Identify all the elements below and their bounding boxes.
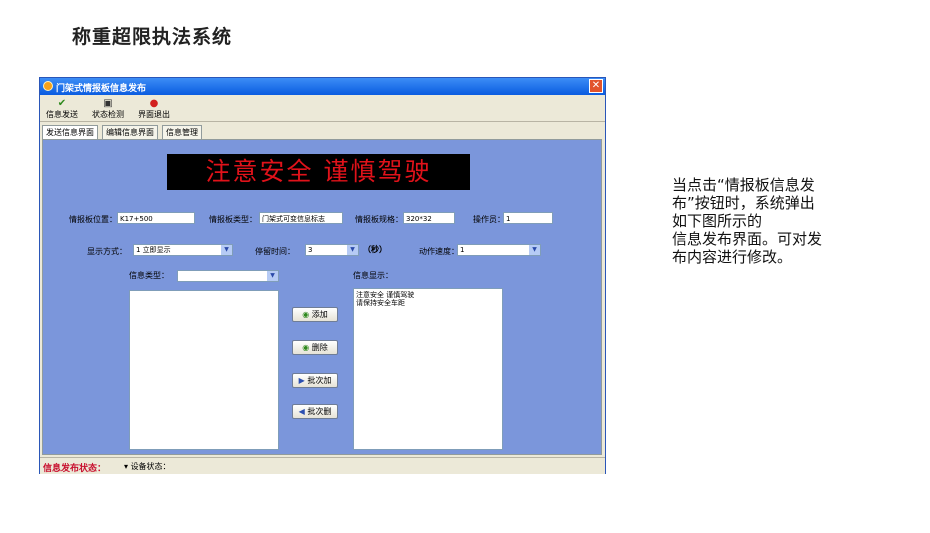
device-status: ▾ 设备状态： (124, 462, 171, 471)
exit-label: 界面退出 (138, 110, 170, 119)
chevron-down-icon[interactable]: ▼ (529, 245, 540, 255)
status-check-label: 状态检测 (92, 110, 124, 119)
device-status-label: 设备状态： (130, 462, 171, 471)
status-bar: 信息发布状态： ▾ 设备状态： (40, 457, 605, 474)
stay-time-unit: （秒） (363, 245, 387, 254)
batch-delete-label: 批次删 (307, 407, 332, 416)
batch-add-icon: ▶ (298, 376, 305, 385)
check-icon: ✔ (57, 98, 67, 109)
chevron-down-icon[interactable]: ▼ (267, 271, 278, 281)
operator-label: 操作员： (473, 215, 505, 224)
caption: 当点击“情报板信息发 布”按钮时，系统弹出 如下图所示的 信息发布界面。可对发 … (672, 176, 882, 266)
board-spec-field[interactable]: 320*32 (403, 212, 455, 224)
position-field[interactable]: K17+500 (117, 212, 195, 224)
speed-select[interactable]: 1 ▼ (457, 244, 541, 256)
publish-status-label: 信息发布状态： (43, 464, 107, 474)
info-display-label: 信息显示： (353, 271, 393, 280)
send-info-label: 信息发送 (46, 110, 78, 119)
stay-time-select[interactable]: 3 ▼ (305, 244, 359, 256)
save-icon: ▣ (103, 98, 113, 109)
chevron-down-icon[interactable]: ▼ (347, 245, 358, 255)
exit-button[interactable]: ● 界面退出 (136, 98, 172, 120)
led-preview: 注意安全 谨慎驾驶 (167, 154, 470, 190)
display-mode-select[interactable]: 1 立即显示 ▼ (133, 244, 233, 256)
tab-info-manage[interactable]: 信息管理 (162, 125, 202, 139)
delete-label: 删除 (311, 343, 328, 352)
speed-label: 动作速度： (419, 247, 459, 256)
add-button[interactable]: ◉ 添加 (292, 307, 338, 322)
add-label: 添加 (311, 310, 328, 319)
delete-button[interactable]: ◉ 删除 (292, 340, 338, 355)
info-type-list[interactable] (129, 290, 279, 450)
info-display-line[interactable]: 注意安全 谨慎驾驶 (356, 291, 500, 299)
position-label: 情报板位置： (69, 215, 117, 224)
board-type-field[interactable]: 门架式可变信息标志 (259, 212, 343, 224)
chevron-down-icon[interactable]: ▼ (221, 245, 232, 255)
batch-delete-button[interactable]: ◀ 批次删 (292, 404, 338, 419)
caption-line: 信息发布界面。可对发 (672, 230, 823, 248)
app-logo-icon (43, 81, 53, 91)
exit-icon: ● (149, 98, 159, 109)
info-display-line[interactable]: 请保持安全车距 (356, 299, 500, 307)
display-mode-label: 显示方式： (87, 247, 127, 256)
speed-value: 1 (460, 246, 465, 254)
slide-title: 称重超限执法系统 (72, 26, 233, 48)
info-type-label: 信息类型： (129, 271, 169, 280)
delete-icon: ◉ (302, 343, 310, 352)
close-icon[interactable]: ✕ (589, 79, 603, 93)
board-type-label: 情报板类型： (209, 215, 257, 224)
info-type-select[interactable]: ▼ (177, 270, 279, 282)
batch-add-button[interactable]: ▶ 批次加 (292, 373, 338, 388)
add-icon: ◉ (302, 310, 310, 319)
caption-line: 布”按钮时，系统弹出 (672, 194, 815, 212)
batch-add-label: 批次加 (307, 376, 332, 385)
operator-field[interactable]: 1 (503, 212, 553, 224)
info-display-list[interactable]: 注意安全 谨慎驾驶 请保持安全车距 (353, 288, 503, 450)
caption-line: 布内容进行修改。 (672, 248, 793, 266)
window-titlebar[interactable]: 门架式情报板信息发布 ✕ (40, 78, 605, 95)
status-check-button[interactable]: ▣ 状态检测 (90, 98, 126, 120)
tab-send-info[interactable]: 发送信息界面 (42, 125, 98, 140)
window-title: 门架式情报板信息发布 (56, 84, 147, 94)
tab-edit-info[interactable]: 编辑信息界面 (102, 125, 158, 139)
board-spec-label: 情报板规格： (355, 215, 403, 224)
batch-delete-icon: ◀ (298, 407, 305, 416)
caption-line: 如下图所示的 (672, 212, 763, 230)
display-mode-value: 1 立即显示 (136, 246, 171, 254)
send-info-panel: 注意安全 谨慎驾驶 情报板位置： K17+500 情报板类型： 门架式可变信息标… (42, 139, 602, 455)
toolbar: ✔ 信息发送 ▣ 状态检测 ● 界面退出 (40, 95, 605, 122)
send-info-button[interactable]: ✔ 信息发送 (44, 98, 80, 120)
stay-time-value: 3 (308, 246, 313, 254)
stay-time-label: 停留时间： (255, 247, 295, 256)
info-publish-window: 门架式情报板信息发布 ✕ ✔ 信息发送 ▣ 状态检测 ● 界面退出 发送信息界面… (39, 77, 606, 474)
caption-line: 当点击“情报板信息发 (672, 176, 815, 194)
